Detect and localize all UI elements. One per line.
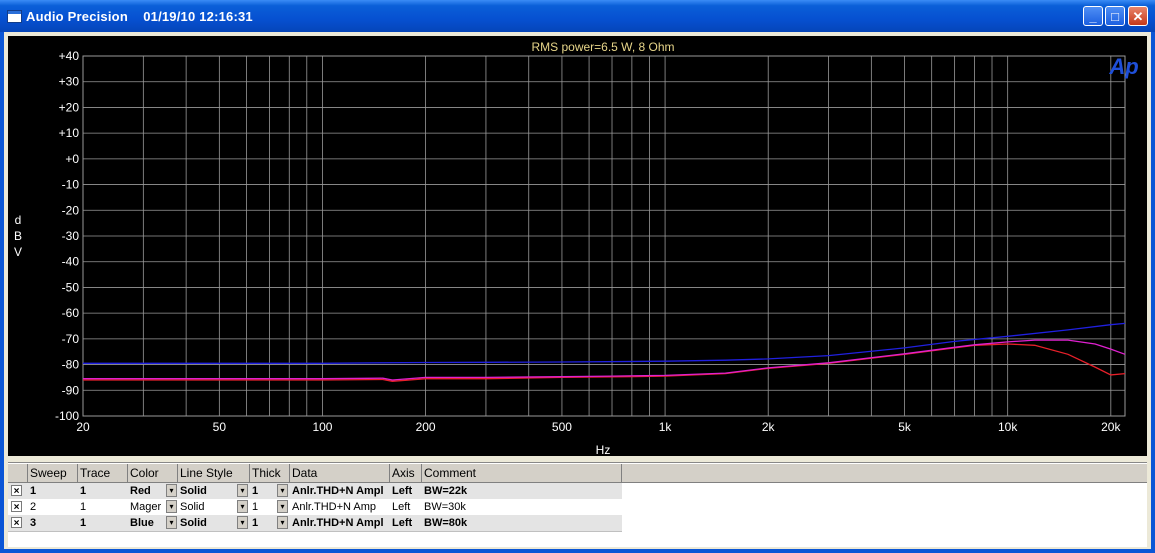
header-axis[interactable]: Axis bbox=[390, 464, 422, 482]
sweep-cell: 3 bbox=[30, 517, 37, 529]
trace-cell: 1 bbox=[80, 501, 87, 513]
legend-row[interactable]: × 1 1 Red ▾ Solid ▾ 1 ▾ Anlr.THD+N Ampl … bbox=[8, 483, 622, 500]
x-tick-label: 20 bbox=[76, 420, 90, 434]
axis-cell[interactable]: Left bbox=[390, 483, 422, 499]
line-style-cell[interactable]: Solid bbox=[178, 515, 236, 531]
header-comment[interactable]: Comment bbox=[422, 464, 622, 482]
color-dropdown-icon[interactable]: ▾ bbox=[166, 500, 177, 513]
data-cell[interactable]: Anlr.THD+N Amp bbox=[290, 499, 390, 515]
trace-legend-table: Sweep Trace Color Line Style Thick Data … bbox=[8, 462, 1147, 547]
header-data[interactable]: Data bbox=[290, 464, 390, 482]
y-axis-label-char: V bbox=[13, 245, 22, 259]
color-cell[interactable]: Red bbox=[128, 483, 166, 499]
comment-cell[interactable]: BW=80k bbox=[422, 515, 622, 531]
color-dropdown-icon[interactable]: ▾ bbox=[166, 516, 177, 529]
header-check bbox=[8, 464, 28, 482]
y-tick-label: -40 bbox=[62, 255, 80, 269]
header-trace[interactable]: Trace bbox=[78, 464, 128, 482]
x-tick-label: 500 bbox=[552, 420, 572, 434]
header-line-style[interactable]: Line Style bbox=[178, 464, 250, 482]
y-tick-label: -70 bbox=[62, 332, 80, 346]
y-tick-label: +40 bbox=[59, 49, 80, 63]
header-sweep[interactable]: Sweep bbox=[28, 464, 78, 482]
chart-title: RMS power=6.5 W, 8 Ohm bbox=[531, 40, 674, 54]
header-color[interactable]: Color bbox=[128, 464, 178, 482]
thick-dropdown-icon[interactable]: ▾ bbox=[277, 484, 288, 497]
y-tick-label: +20 bbox=[59, 100, 80, 114]
line-style-cell[interactable]: Solid bbox=[178, 483, 236, 499]
x-tick-label: 10k bbox=[998, 420, 1018, 434]
color-cell[interactable]: Blue bbox=[128, 515, 166, 531]
y-tick-label: +10 bbox=[59, 126, 80, 140]
y-tick-label: -20 bbox=[62, 203, 80, 217]
magenta-trace bbox=[83, 339, 1126, 381]
x-tick-label: 1k bbox=[659, 420, 673, 434]
trace-cell: 1 bbox=[80, 485, 87, 497]
x-tick-label: 200 bbox=[416, 420, 436, 434]
graph-panel[interactable]: +40 +30 +20 +10 +0 -10 -20 -30 -40 -50 -60 -70 -80 -9… bbox=[8, 36, 1147, 457]
trace-enable-checkbox[interactable]: × bbox=[11, 485, 22, 497]
y-tick-label: -50 bbox=[62, 280, 80, 294]
title-bar[interactable]: Audio Precision 01/19/10 12:16:31 _ □ ✕ bbox=[0, 0, 1155, 32]
data-cell[interactable]: Anlr.THD+N Ampl bbox=[290, 483, 390, 499]
thick-dropdown-icon[interactable]: ▾ bbox=[277, 500, 288, 513]
color-cell[interactable]: Mager bbox=[128, 499, 166, 515]
line-style-cell[interactable]: Solid bbox=[178, 499, 236, 515]
thick-cell[interactable]: 1 bbox=[250, 515, 276, 531]
ap-logo: Ap bbox=[1108, 54, 1138, 79]
y-tick-label: -90 bbox=[62, 383, 80, 397]
y-tick-label: +0 bbox=[65, 152, 79, 166]
y-axis-label-char: d bbox=[14, 213, 22, 227]
color-dropdown-icon[interactable]: ▾ bbox=[166, 484, 177, 497]
comment-cell[interactable]: BW=22k bbox=[422, 483, 622, 499]
app-window-icon[interactable] bbox=[7, 10, 22, 23]
legend-row[interactable]: × 3 1 Blue ▾ Solid ▾ 1 ▾ Anlr.THD+N Ampl… bbox=[8, 515, 622, 532]
axis-cell[interactable]: Left bbox=[390, 499, 422, 515]
y-tick-label: -60 bbox=[62, 306, 80, 320]
window-title: Audio Precision 01/19/10 12:16:31 bbox=[26, 9, 253, 24]
y-tick-label: -10 bbox=[62, 178, 80, 192]
x-tick-label: 5k bbox=[898, 420, 912, 434]
minimize-button[interactable]: _ bbox=[1083, 6, 1103, 26]
line-style-dropdown-icon[interactable]: ▾ bbox=[237, 516, 248, 529]
y-axis-label: dBV bbox=[13, 212, 23, 260]
y-tick-label: -30 bbox=[62, 229, 80, 243]
legend-row[interactable]: × 2 1 Mager ▾ Solid ▾ 1 ▾ Anlr.THD+N Amp… bbox=[8, 499, 622, 516]
axis-cell[interactable]: Left bbox=[390, 515, 422, 531]
comment-cell[interactable]: BW=30k bbox=[422, 499, 622, 515]
sweep-cell: 1 bbox=[30, 485, 37, 497]
line-style-dropdown-icon[interactable]: ▾ bbox=[237, 484, 248, 497]
data-cell[interactable]: Anlr.THD+N Ampl bbox=[290, 515, 390, 531]
x-tick-label: 100 bbox=[312, 420, 332, 434]
y-tick-label: -80 bbox=[62, 358, 80, 372]
y-axis-label-char: B bbox=[13, 229, 22, 243]
thick-cell[interactable]: 1 bbox=[250, 499, 276, 515]
x-tick-label: 50 bbox=[213, 420, 227, 434]
thick-dropdown-icon[interactable]: ▾ bbox=[277, 516, 288, 529]
x-tick-label: 2k bbox=[762, 420, 776, 434]
thick-cell[interactable]: 1 bbox=[250, 483, 276, 499]
trace-enable-checkbox[interactable]: × bbox=[11, 517, 22, 529]
line-style-dropdown-icon[interactable]: ▾ bbox=[237, 500, 248, 513]
maximize-button[interactable]: □ bbox=[1105, 6, 1125, 26]
blue-trace bbox=[83, 322, 1126, 364]
trace-cell: 1 bbox=[80, 517, 87, 529]
frequency-response-chart[interactable]: +40 +30 +20 +10 +0 -10 -20 -30 -40 -50 -60 -70 -80 -9… bbox=[8, 36, 1147, 457]
header-thick[interactable]: Thick bbox=[250, 464, 290, 482]
sweep-cell: 2 bbox=[30, 501, 37, 513]
x-tick-label: 20k bbox=[1101, 420, 1121, 434]
y-tick-label: +30 bbox=[59, 75, 80, 89]
close-button[interactable]: ✕ bbox=[1128, 6, 1148, 26]
x-axis-label: Hz bbox=[596, 443, 611, 456]
legend-header: Sweep Trace Color Line Style Thick Data … bbox=[8, 464, 1147, 483]
trace-enable-checkbox[interactable]: × bbox=[11, 501, 22, 513]
